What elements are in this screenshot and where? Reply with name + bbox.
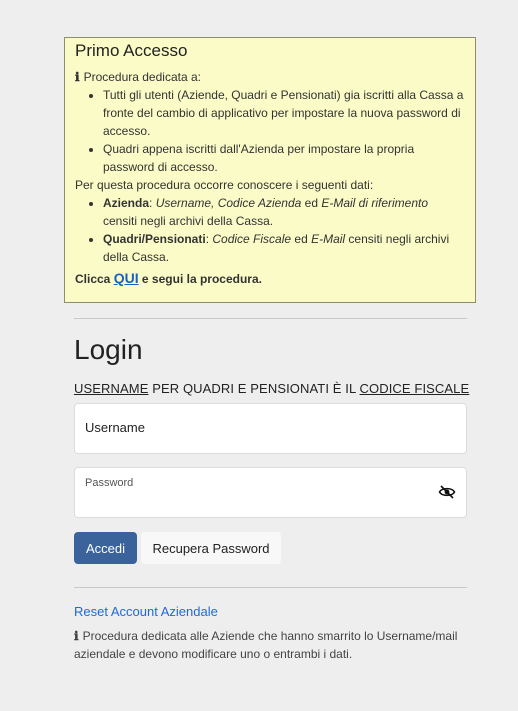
recupera-password-button[interactable]: Recupera Password bbox=[141, 532, 281, 564]
reset-account-link[interactable]: Reset Account Aziendale bbox=[74, 604, 218, 619]
requirements-intro: Per questa procedura occorre conoscere i… bbox=[75, 178, 374, 192]
info-icon: ℹ bbox=[75, 70, 80, 84]
hint-codice-fiscale: CODICE FISCALE bbox=[359, 381, 470, 396]
login-title: Login bbox=[74, 334, 143, 365]
accedi-button[interactable]: Accedi bbox=[74, 532, 137, 564]
notice-item-all-users: Tutti gli utenti (Aziende, Quadri e Pens… bbox=[103, 86, 465, 140]
qui-link[interactable]: QUI bbox=[114, 270, 139, 286]
requirement-quadri: Quadri/Pensionati: Codice Fiscale ed E-M… bbox=[103, 230, 465, 266]
notice-item-new-quadri: Quadri appena iscritti dall'Azienda per … bbox=[103, 140, 465, 176]
requirement-quadri-field1: Codice Fiscale bbox=[212, 232, 292, 246]
password-input[interactable] bbox=[85, 494, 425, 509]
requirement-tail: censiti negli archivi della Cassa. bbox=[103, 214, 274, 228]
notice-intro: Procedura dedicata a: bbox=[83, 70, 201, 84]
requirement-and: ed bbox=[291, 232, 312, 246]
login-hint: USERNAME PER QUADRI E PENSIONATI È IL CO… bbox=[74, 380, 469, 398]
reset-description-block: ℹ Procedura dedicata alle Aziende che han… bbox=[74, 627, 474, 663]
notice-intro-line: ℹ Procedura dedicata a: bbox=[75, 68, 465, 86]
primo-accesso-notice: Primo Accesso ℹProcedura dedicata a: Tut… bbox=[64, 37, 476, 303]
password-field[interactable]: Password bbox=[74, 467, 467, 518]
username-field[interactable] bbox=[74, 403, 467, 454]
requirement-and: ed bbox=[301, 196, 322, 210]
hint-middle: PER QUADRI E PENSIONATI È IL bbox=[148, 381, 360, 396]
divider-bottom bbox=[74, 587, 467, 588]
cta-suffix: e segui la procedura. bbox=[138, 272, 262, 286]
divider-top bbox=[74, 318, 467, 319]
password-label: Password bbox=[85, 477, 134, 489]
requirement-azienda: Azienda: Username, Codice Azienda ed E-M… bbox=[103, 194, 465, 230]
notice-title: Primo Accesso bbox=[75, 41, 188, 60]
requirements-list: Azienda: Username, Codice Azienda ed E-M… bbox=[75, 194, 465, 266]
requirement-quadri-field2: E-Mail bbox=[311, 232, 346, 246]
eye-slash-icon[interactable] bbox=[438, 485, 456, 499]
hint-username: USERNAME bbox=[74, 381, 149, 396]
reset-description: Procedura dedicata alle Aziende che hann… bbox=[74, 629, 458, 661]
username-input[interactable] bbox=[85, 420, 445, 435]
requirement-sep: : bbox=[149, 196, 156, 210]
requirement-azienda-field2: E-Mail di riferimento bbox=[321, 196, 429, 210]
requirement-quadri-label: Quadri/Pensionati bbox=[103, 232, 206, 246]
notice-cta: Clicca QUI e segui la procedura. bbox=[75, 268, 465, 289]
requirement-azienda-field1: Username, Codice Azienda bbox=[155, 196, 302, 210]
info-icon: ℹ bbox=[74, 629, 79, 643]
requirement-azienda-label: Azienda bbox=[103, 196, 150, 210]
notice-list: Tutti gli utenti (Aziende, Quadri e Pens… bbox=[75, 86, 465, 176]
cta-prefix: Clicca bbox=[75, 272, 114, 286]
